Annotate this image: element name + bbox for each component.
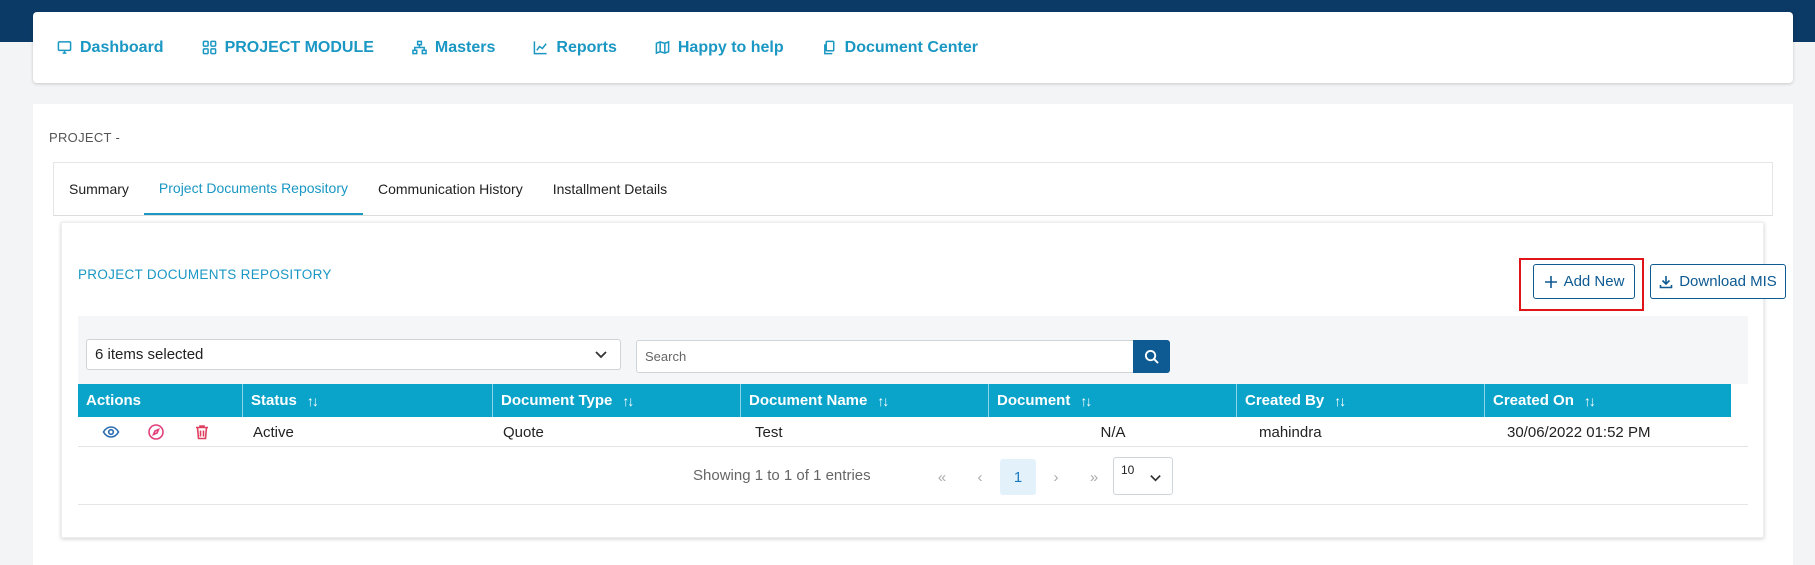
download-icon [1659, 275, 1673, 288]
chevron-down-icon [595, 351, 607, 359]
col-created-by-label: Created By [1245, 392, 1325, 409]
sort-icon: ↑↓ [1080, 392, 1092, 409]
table-header: Actions Status ↑↓ Document Type ↑↓ Documen… [78, 384, 1731, 417]
column-filter-select[interactable]: 6 items selected [86, 339, 621, 370]
last-page-button[interactable]: » [1076, 459, 1112, 495]
col-document-name-label: Document Name [749, 392, 868, 409]
documents-icon [823, 40, 835, 55]
project-tabs: Summary Project Documents Repository Com… [53, 162, 1773, 216]
nav-document-center-label: Document Center [844, 38, 978, 56]
col-created-on[interactable]: Created On ↑↓ [1485, 384, 1731, 417]
project-panel: PROJECT - Summary Project Documents Repo… [33, 104, 1793, 565]
col-document[interactable]: Document ↑↓ [989, 384, 1237, 417]
nav-dashboard-label: Dashboard [80, 38, 164, 56]
tab-summary[interactable]: Summary [54, 163, 144, 215]
highlight-box [1519, 258, 1644, 311]
nav-happy-to-help[interactable]: Happy to help [655, 39, 784, 57]
repository-card: PROJECT DOCUMENTS REPOSITORY Add New Dow… [61, 222, 1786, 538]
nav-dashboard[interactable]: Dashboard [57, 39, 164, 57]
col-actions: Actions [78, 384, 243, 417]
eye-icon[interactable] [102, 423, 120, 441]
sort-icon: ↑↓ [622, 392, 634, 409]
cell-document-name: Test [755, 423, 783, 441]
search-button[interactable] [1133, 340, 1170, 373]
col-document-type-label: Document Type [501, 392, 613, 409]
compass-icon[interactable] [147, 423, 165, 441]
nav-project-module-label: PROJECT MODULE [224, 38, 374, 56]
chart-icon [534, 41, 548, 55]
nav-reports-label: Reports [556, 38, 617, 56]
download-mis-label: Download MIS [1679, 273, 1777, 290]
nav-happy-to-help-label: Happy to help [677, 38, 784, 56]
download-mis-button[interactable]: Download MIS [1650, 264, 1786, 299]
pagination-summary: Showing 1 to 1 of 1 entries [693, 467, 871, 484]
tab-installment-details[interactable]: Installment Details [538, 163, 682, 215]
main-navigation: Dashboard PROJECT MODULE Masters Reports… [33, 12, 1793, 83]
next-page-button[interactable]: › [1038, 459, 1074, 495]
trash-icon[interactable] [193, 423, 211, 441]
table-row: Active Quote Test N/A mahindra 30/06/202… [78, 417, 1748, 447]
column-filter-value: 6 items selected [95, 346, 204, 363]
nav-reports[interactable]: Reports [533, 38, 617, 57]
row-actions [78, 417, 243, 447]
nav-masters[interactable]: Masters [412, 39, 495, 57]
sort-icon: ↑↓ [1334, 392, 1346, 409]
tab-project-documents-repository[interactable]: Project Documents Repository [143, 163, 363, 215]
col-document-label: Document [997, 392, 1071, 409]
cell-created-by: mahindra [1259, 423, 1322, 441]
col-status-label: Status [251, 392, 297, 409]
nav-document-center[interactable]: Document Center [822, 39, 978, 57]
cell-status: Active [253, 423, 294, 441]
col-actions-label: Actions [86, 392, 142, 409]
sitemap-icon [412, 40, 427, 55]
page-size-select[interactable]: 10 [1113, 457, 1173, 495]
cell-document: N/A [1100, 423, 1126, 441]
pagination: Showing 1 to 1 of 1 entries « ‹ 1 › » 10 [78, 447, 1748, 505]
col-status[interactable]: Status ↑↓ [243, 384, 493, 417]
sort-icon: ↑↓ [306, 392, 319, 409]
col-created-by[interactable]: Created By ↑↓ [1237, 384, 1485, 417]
col-document-type[interactable]: Document Type ↑↓ [493, 384, 741, 417]
first-page-button[interactable]: « [924, 459, 960, 495]
page-1-button[interactable]: 1 [1000, 459, 1036, 495]
tab-communication-history[interactable]: Communication History [363, 163, 538, 215]
page-title: PROJECT - [49, 130, 121, 145]
map-icon [655, 40, 670, 55]
sort-icon: ↑↓ [1583, 392, 1596, 409]
nav-project-module[interactable]: PROJECT MODULE [202, 39, 374, 57]
chevron-down-icon [1150, 475, 1161, 482]
search-input[interactable] [636, 340, 1134, 373]
sort-icon: ↑↓ [877, 392, 889, 409]
col-document-name[interactable]: Document Name ↑↓ [741, 384, 989, 417]
col-created-on-label: Created On [1493, 392, 1574, 409]
section-title: PROJECT DOCUMENTS REPOSITORY [78, 267, 332, 282]
page-size-value: 10 [1121, 463, 1135, 477]
monitor-icon [57, 41, 72, 54]
nav-masters-label: Masters [434, 38, 496, 56]
search-icon [1144, 349, 1159, 364]
grid-icon [202, 40, 216, 55]
prev-page-button[interactable]: ‹ [962, 459, 998, 495]
cell-document-type: Quote [503, 423, 544, 441]
cell-created-on: 30/06/2022 01:52 PM [1507, 423, 1651, 441]
